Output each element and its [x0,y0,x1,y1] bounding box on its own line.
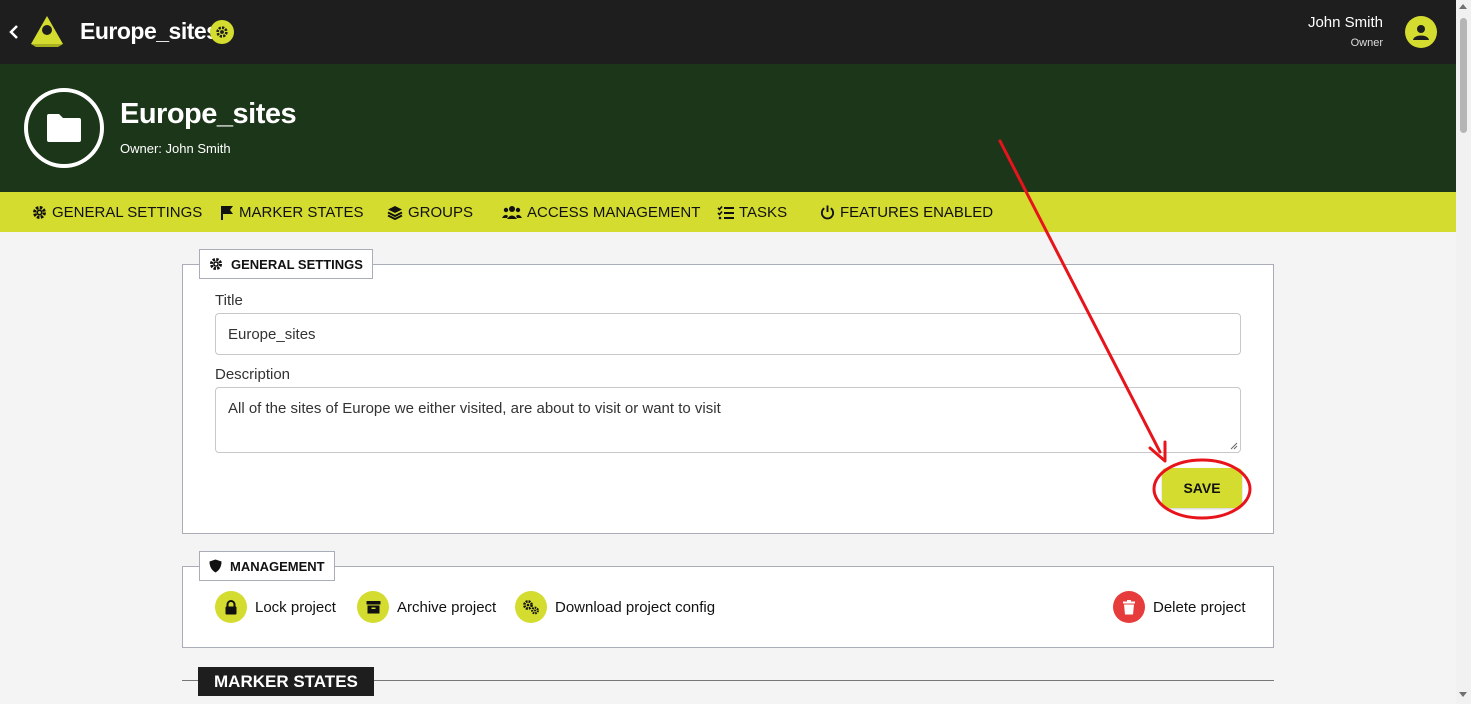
gear-icon [209,257,223,271]
app-logo-icon[interactable] [28,14,66,53]
gear-icon [33,205,46,219]
title-input-value: Europe_sites [228,325,316,343]
project-settings-gear-icon[interactable] [210,20,234,44]
tab-label: TASKS [739,203,788,221]
tab-label: ACCESS MANAGEMENT [527,203,701,221]
app-title: Europe_sites [80,18,219,44]
tab-general-settings[interactable]: GENERAL SETTINGS [32,192,202,232]
mgmt-label: Lock project [255,598,336,616]
tab-label: GENERAL SETTINGS [52,203,203,221]
download-project-config-button[interactable]: Download project config [515,591,715,623]
resize-grip-icon[interactable] [1230,442,1238,450]
flag-icon [221,205,233,220]
page-scrollbar[interactable] [1456,0,1471,704]
management-legend: MANAGEMENT [199,551,335,581]
description-textarea-value: All of the sites of Europe we either vis… [228,400,721,417]
checklist-icon [717,205,734,219]
power-icon [820,204,835,219]
mgmt-label: Archive project [397,598,497,616]
title-input[interactable]: Europe_sites [215,313,1241,355]
project-title: Europe_sites [120,98,297,130]
legend-label: MANAGEMENT [230,558,325,574]
marker-states-heading: MARKER STATES [198,667,374,696]
lock-project-button[interactable]: Lock project [215,591,336,623]
scroll-down-arrow-icon[interactable] [1459,692,1467,697]
top-bar: Europe_sites John Smith Owner [0,0,1456,64]
settings-tabs: GENERAL SETTINGS MARKER STATES GROUPS AC… [0,192,1456,232]
tab-marker-states[interactable]: MARKER STATES [220,192,363,232]
delete-project-button[interactable]: Delete project [1113,591,1246,623]
user-name: John Smith [1307,14,1383,31]
gears-icon [515,591,547,623]
tab-features-enabled[interactable]: FEATURES ENABLED [820,192,993,232]
legend-label: GENERAL SETTINGS [231,256,363,272]
user-role: Owner [1350,37,1383,49]
mgmt-label: Download project config [555,598,716,616]
project-header: Europe_sites Owner: John Smith [0,64,1456,192]
layers-icon [387,205,403,220]
user-avatar-icon[interactable] [1405,16,1437,48]
tab-groups[interactable]: GROUPS [387,192,473,232]
scrollbar-thumb[interactable] [1460,18,1467,133]
back-arrow-icon[interactable] [6,20,22,44]
scroll-up-arrow-icon[interactable] [1459,4,1467,9]
mgmt-label: Delete project [1153,598,1246,616]
description-textarea[interactable]: All of the sites of Europe we either vis… [215,387,1241,453]
project-owner: Owner: John Smith [120,141,231,156]
title-label: Title [215,292,243,309]
general-settings-legend: GENERAL SETTINGS [199,249,373,279]
folder-icon [24,88,104,168]
save-button[interactable]: SAVE [1162,468,1242,508]
archive-project-button[interactable]: Archive project [357,591,496,623]
tab-label: GROUPS [408,203,474,221]
users-icon [502,205,522,219]
lock-icon [215,591,247,623]
management-panel [182,566,1274,648]
tab-label: MARKER STATES [239,203,364,221]
description-label: Description [215,366,291,383]
trash-icon [1113,591,1145,623]
shield-icon [209,559,222,573]
tab-label: FEATURES ENABLED [840,203,994,221]
tab-access-management[interactable]: ACCESS MANAGEMENT [502,192,700,232]
tab-tasks[interactable]: TASKS [717,192,787,232]
archive-icon [357,591,389,623]
